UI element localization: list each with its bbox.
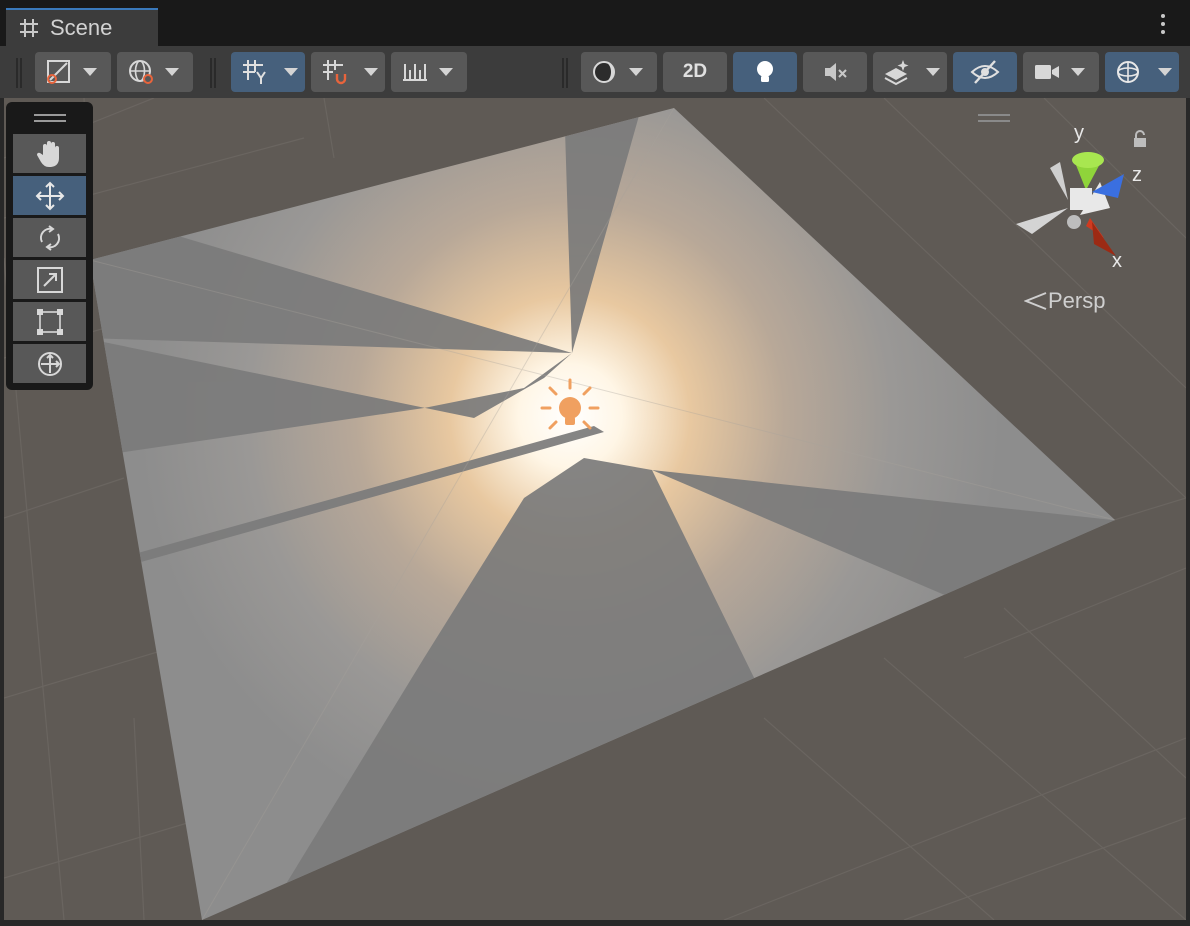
chevron-down-icon	[83, 68, 97, 76]
move-arrows-icon	[35, 181, 64, 210]
scale-tool-button[interactable]	[13, 260, 86, 299]
globe-icon	[129, 60, 153, 84]
kebab-menu-icon[interactable]	[1160, 14, 1166, 36]
overlay-drag-handle[interactable]	[34, 114, 66, 122]
x-axis-label: x	[1112, 250, 1122, 272]
shading-mode-button[interactable]	[581, 52, 657, 92]
tab-title: Scene	[50, 15, 113, 40]
audio-toggle-button[interactable]	[803, 52, 867, 92]
rect-transform-icon	[36, 308, 63, 335]
video-camera-icon	[1035, 65, 1059, 79]
scene-visibility-toggle[interactable]	[953, 52, 1017, 92]
rotate-tool-button[interactable]	[13, 218, 86, 257]
y-axis-label: y	[1074, 122, 1084, 144]
effects-toggle-button[interactable]	[873, 52, 919, 92]
gizmo-sphere-icon	[1117, 61, 1139, 83]
tab-scene[interactable]: Scene	[6, 8, 158, 46]
chevron-down-icon	[165, 68, 179, 76]
draw-mode-icon	[47, 60, 70, 84]
chevron-down-icon	[284, 68, 298, 76]
toolbar-separator	[562, 58, 568, 88]
shaded-sphere-icon	[593, 61, 615, 83]
camera-settings-button[interactable]	[1023, 52, 1099, 92]
hand-tool-button[interactable]	[13, 134, 86, 173]
grid-snapping-button[interactable]	[311, 52, 357, 92]
scene-render[interactable]	[4, 98, 1186, 920]
tab-bar: Scene	[0, 0, 1190, 46]
tools-overlay	[6, 102, 93, 390]
transform-tool-button[interactable]	[13, 344, 86, 383]
snapping-options-dropdown[interactable]	[357, 52, 385, 92]
effects-options-dropdown[interactable]	[919, 52, 947, 92]
grid-options-dropdown[interactable]	[277, 52, 305, 92]
chevron-down-icon	[926, 68, 940, 76]
transform-icon	[37, 351, 62, 376]
draw-mode-button[interactable]	[35, 52, 111, 92]
scene-toolbar: 2D	[0, 46, 1190, 98]
ruler-icon	[403, 64, 427, 81]
gizmos-toggle-button[interactable]	[1105, 52, 1151, 92]
chevron-down-icon	[1071, 68, 1085, 76]
grid-toggle-button[interactable]	[231, 52, 277, 92]
scene-window: Scene 2D y z x Persp	[0, 0, 1190, 926]
z-axis-label: z	[1132, 164, 1142, 186]
eye-hidden-icon	[970, 60, 1000, 84]
2d-label: 2D	[682, 61, 708, 82]
speaker-muted-icon	[825, 63, 847, 81]
2d-mode-button[interactable]: 2D	[663, 52, 727, 92]
grid-snap-magnet-icon	[323, 60, 347, 85]
gizmos-options-dropdown[interactable]	[1151, 52, 1179, 92]
scene-lighting-toggle[interactable]	[733, 52, 797, 92]
rect-tool-button[interactable]	[13, 302, 86, 341]
rotate-icon	[39, 224, 60, 251]
toolbar-separator	[210, 58, 216, 88]
chevron-down-icon	[629, 68, 643, 76]
scene-viewport[interactable]	[4, 98, 1186, 920]
gizmo-center-cube[interactable]	[1070, 188, 1092, 210]
global-local-button[interactable]	[117, 52, 193, 92]
scale-icon	[36, 266, 63, 293]
projection-toggle[interactable]: Persp	[1024, 288, 1105, 314]
toolbar-separator	[16, 58, 22, 88]
increment-snapping-button[interactable]	[391, 52, 467, 92]
plane-mesh[interactable]	[4, 98, 1186, 920]
chevron-down-icon	[439, 68, 453, 76]
chevron-down-icon	[364, 68, 378, 76]
grid-y-icon	[243, 60, 266, 84]
perspective-icon	[1024, 292, 1047, 310]
lock-icon[interactable]	[1133, 130, 1147, 148]
chevron-down-icon	[1158, 68, 1172, 76]
projection-label: Persp	[1048, 288, 1106, 313]
move-tool-button[interactable]	[13, 176, 86, 215]
grid-hash-icon	[20, 19, 38, 37]
lightbulb-icon	[757, 61, 773, 82]
gizmo-drag-handle[interactable]	[978, 114, 1010, 122]
hand-icon	[36, 140, 59, 167]
layers-sparkle-icon	[884, 60, 909, 86]
